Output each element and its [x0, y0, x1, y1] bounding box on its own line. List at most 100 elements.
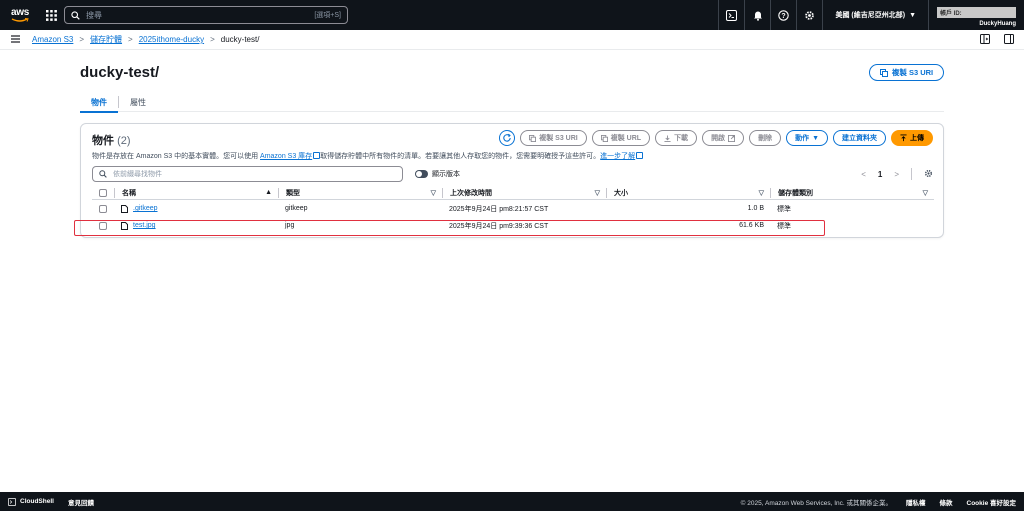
column-name[interactable]: 名稱 ▲ — [114, 187, 278, 198]
chevron-right-icon: > — [79, 35, 85, 44]
object-link[interactable]: .gitkeep — [133, 205, 158, 212]
copy-s3-uri-label: 複製 S3 URI — [539, 135, 578, 142]
open-button[interactable]: 開啟 — [702, 130, 745, 146]
objects-title: 物件 (2) — [92, 132, 131, 148]
cloudshell-footer-button[interactable]: CloudShell — [8, 497, 54, 506]
services-grid-icon[interactable] — [44, 8, 58, 22]
learn-more-link[interactable]: 進一步了解 — [600, 153, 635, 160]
breadcrumb-buckets[interactable]: 儲存貯體 — [90, 34, 122, 45]
breadcrumb-amazon-s3[interactable]: Amazon S3 — [32, 35, 73, 44]
breadcrumb-current: ducky-test/ — [220, 35, 260, 44]
account-menu[interactable]: 帳戶 ID: DuckyHuang — [928, 0, 1024, 30]
gear-icon[interactable] — [796, 0, 822, 30]
panel-toggle-icon[interactable] — [980, 33, 990, 46]
account-username: DuckyHuang — [979, 20, 1016, 27]
table-settings-icon[interactable] — [924, 169, 933, 180]
copy-icon — [529, 134, 537, 142]
upload-icon — [900, 134, 907, 142]
copy-s3-uri-header-button[interactable]: 複製 S3 URI — [869, 64, 944, 81]
account-id: 帳戶 ID: — [937, 6, 1016, 18]
cloudshell-icon[interactable] — [718, 0, 744, 30]
copyright-text: © 2025, Amazon Web Services, Inc. 或其關係企業… — [740, 499, 893, 507]
sort-icon: ▽ — [922, 189, 928, 197]
tabs: 物件 屬性 — [80, 93, 944, 113]
info-panel-icon[interactable] — [1004, 33, 1014, 46]
tab-properties-label: 屬性 — [130, 98, 146, 107]
filter-placeholder: 依前綴尋找物件 — [113, 171, 162, 178]
menu-icon[interactable] — [11, 34, 20, 45]
external-link-icon — [636, 152, 644, 159]
svg-text:?: ? — [782, 13, 786, 20]
region-label: 美國 (維吉尼亞州北部) — [835, 12, 906, 19]
refresh-icon — [503, 133, 511, 142]
create-folder-label: 建立資料夾 — [842, 135, 877, 142]
pagination: < 1 > — [861, 168, 933, 180]
column-type-label: 類型 — [286, 189, 300, 197]
row-class-cell: 標準 — [770, 204, 934, 214]
breadcrumb-bucket[interactable]: 2025ithome-ducky — [139, 35, 204, 44]
object-modified: 2025年9月24日 pm8:21:57 CST — [449, 205, 549, 213]
sort-asc-icon: ▲ — [265, 189, 272, 196]
copy-url-button[interactable]: 複製 URL — [591, 130, 651, 146]
inventory-link[interactable]: Amazon S3 庫存 — [260, 153, 312, 160]
top-navigation: aws 搜尋 [選項+S] ? 美國 (維吉尼亞州北部) ▼ 帳戶 ID: Du… — [0, 0, 1024, 30]
caret-down-icon: ▼ — [909, 11, 916, 19]
toggle-switch[interactable] — [415, 170, 428, 178]
tab-objects-label: 物件 — [91, 98, 107, 107]
footer: CloudShell 意見回饋 © 2025, Amazon Web Servi… — [0, 492, 1024, 511]
search-icon — [71, 10, 80, 20]
show-versions-label: 顯示版本 — [432, 171, 460, 178]
create-folder-button[interactable]: 建立資料夾 — [833, 130, 886, 146]
table-row[interactable]: .gitkeep gitkeep 2025年9月24日 pm8:21:57 CS… — [92, 200, 934, 217]
copy-s3-uri-button[interactable]: 複製 S3 URI — [520, 130, 587, 146]
sort-icon: ▽ — [594, 189, 600, 197]
column-storage-class[interactable]: 儲存體類別 ▽ — [770, 187, 934, 198]
row-type-cell: gitkeep — [278, 205, 442, 212]
chevron-left-icon[interactable]: < — [861, 170, 866, 179]
select-all-checkbox[interactable] — [99, 188, 107, 197]
desc-text-1: 物件是存放在 Amazon S3 中的基本實體。您可以使用 — [92, 153, 261, 160]
delete-button[interactable]: 刪除 — [749, 130, 782, 146]
terms-link[interactable]: 條款 — [940, 497, 953, 507]
aws-logo[interactable]: aws — [9, 7, 31, 23]
copy-icon — [600, 134, 608, 142]
cookie-preferences-link[interactable]: Cookie 喜好設定 — [967, 497, 1016, 507]
upload-button[interactable]: 上傳 — [891, 130, 933, 146]
privacy-link[interactable]: 隱私權 — [906, 497, 926, 507]
upload-label: 上傳 — [910, 135, 924, 142]
column-last-modified[interactable]: 上次修改時間 ▽ — [442, 187, 606, 198]
search-icon — [99, 170, 107, 178]
bell-icon[interactable] — [744, 0, 770, 30]
chevron-right-icon[interactable]: > — [894, 170, 899, 179]
row-checkbox[interactable] — [99, 204, 107, 213]
row-name-cell: .gitkeep — [114, 204, 278, 213]
column-size[interactable]: 大小 ▽ — [606, 187, 770, 198]
feedback-link[interactable]: 意見回饋 — [68, 497, 94, 507]
prefix-filter-input[interactable]: 依前綴尋找物件 — [92, 166, 403, 182]
objects-actions: 複製 S3 URI 複製 URL 下載 開啟 刪除 動作 ▼ 建立資料夾 上傳 — [499, 130, 933, 146]
tab-objects[interactable]: 物件 — [80, 93, 118, 113]
breadcrumb-bar: Amazon S3 > 儲存貯體 > 2025ithome-ducky > du… — [0, 30, 1024, 50]
open-label: 開啟 — [711, 135, 726, 142]
show-versions-toggle[interactable]: 顯示版本 — [415, 169, 460, 179]
column-size-label: 大小 — [614, 189, 628, 197]
region-selector[interactable]: 美國 (維吉尼亞州北部) ▼ — [822, 0, 928, 30]
pager-divider — [911, 168, 912, 180]
search-placeholder: 搜尋 — [86, 10, 102, 20]
chevron-right-icon: > — [210, 35, 215, 44]
refresh-button[interactable] — [499, 130, 516, 146]
column-type[interactable]: 類型 ▽ — [278, 187, 442, 198]
download-button[interactable]: 下載 — [655, 130, 698, 146]
page-number[interactable]: 1 — [878, 170, 882, 179]
global-search-input[interactable]: 搜尋 [選項+S] — [64, 6, 348, 24]
help-icon[interactable]: ? — [770, 0, 796, 30]
actions-dropdown[interactable]: 動作 ▼ — [786, 130, 828, 146]
objects-count: (2) — [117, 135, 131, 147]
sort-icon: ▽ — [430, 189, 436, 197]
copy-url-label: 複製 URL — [610, 135, 642, 142]
tab-properties[interactable]: 屬性 — [119, 93, 157, 112]
column-name-label: 名稱 — [122, 189, 136, 197]
sort-icon: ▽ — [758, 189, 764, 197]
row-highlight-annotation — [74, 220, 825, 236]
copy-icon — [879, 68, 888, 77]
